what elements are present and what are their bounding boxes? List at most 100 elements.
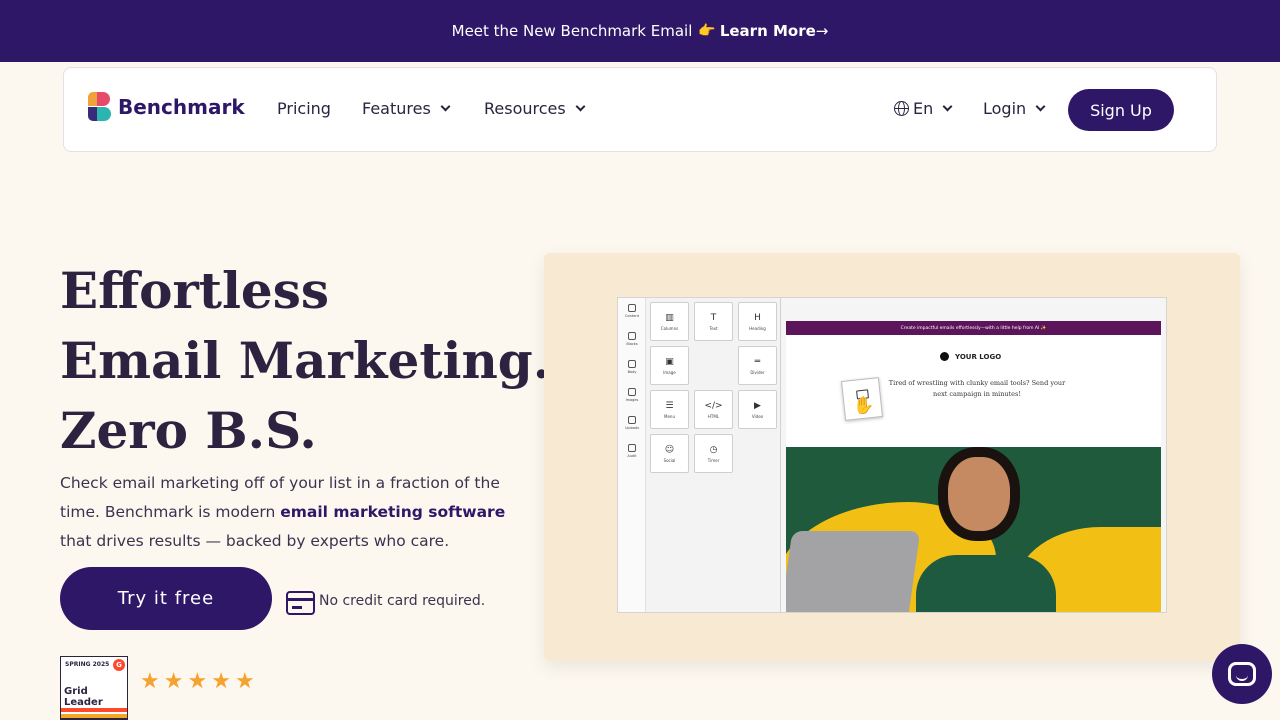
star-icon: ★	[211, 669, 231, 694]
sign-up-button[interactable]: Sign Up	[1068, 89, 1174, 131]
content-block-label: HTML	[707, 413, 720, 419]
grab-cursor-icon: ✋	[853, 396, 875, 416]
email-editor-preview: Content Blocks Body Images Uploads Audit ▥ Col…	[617, 297, 1167, 613]
star-icon: ★	[140, 669, 160, 694]
announcement-bar: Meet the New Benchmark Email 👉 Learn Mor…	[0, 0, 1280, 62]
email-canvas: Create impactful emails effortlessly—wit…	[781, 298, 1166, 612]
try-it-free-button[interactable]: Try it free	[60, 567, 272, 630]
g2-grid-leader-badge: SPRING 2025 G Grid Leader	[60, 656, 128, 720]
content-block-timer[interactable]: ◷ Timer	[694, 434, 733, 473]
rail-item-label: Content	[625, 314, 639, 318]
columns-icon: ▥	[665, 312, 674, 323]
logo-dot-icon	[940, 352, 949, 361]
announcement-text: Meet the New Benchmark Email	[451, 22, 693, 40]
hero-description: Check email marketing off of your list i…	[60, 469, 530, 556]
rail-item[interactable]: Uploads	[618, 416, 646, 430]
learn-more-link[interactable]: Learn More	[720, 22, 816, 40]
content-block-html[interactable]: </> HTML	[694, 390, 733, 429]
login-menu[interactable]: Login	[983, 99, 1046, 118]
rail-item-icon	[628, 332, 636, 340]
rail-item[interactable]: Images	[618, 388, 646, 402]
no-credit-card-note: No credit card required.	[319, 593, 486, 609]
star-icon: ★	[163, 669, 184, 694]
hero-title-line: Effortless	[60, 261, 330, 320]
hero-title: Effortless Email Marketing. Zero B.S.	[60, 256, 550, 466]
content-block-label: Text	[709, 325, 718, 331]
nav-item-label: Features	[362, 99, 431, 118]
email-logo-text: YOUR LOGO	[955, 352, 1002, 361]
html-icon: </>	[704, 400, 723, 411]
email-logo-placeholder: YOUR LOGO	[940, 352, 1001, 361]
content-block-divider[interactable]: ═ Divider	[738, 346, 777, 385]
brand-logo[interactable]: Benchmark	[88, 92, 245, 121]
image-icon: ▣	[665, 356, 674, 367]
content-block-heading[interactable]: H Heading	[738, 302, 777, 341]
content-block-label: Columns	[660, 325, 679, 331]
email-marketing-software-link[interactable]: email marketing software	[280, 503, 505, 521]
content-block-video[interactable]: ▶ Video	[738, 390, 777, 429]
credit-card-icon	[286, 591, 315, 615]
video-icon: ▶	[754, 400, 761, 411]
email-body-copy: Tired of wrestling with clunky email too…	[888, 379, 1066, 398]
rail-item-label: Audit	[627, 454, 637, 458]
nav-item-pricing[interactable]: Pricing	[277, 99, 331, 118]
content-block-text[interactable]: T Text	[694, 302, 733, 341]
rating-stars: ★ ★ ★ ★ ★	[140, 671, 255, 693]
badge-season: SPRING 2025	[65, 661, 110, 668]
nav-item-label: Pricing	[277, 99, 331, 118]
rail-item[interactable]: Body	[618, 360, 646, 374]
pointing-hand-icon: 👉	[698, 23, 716, 39]
chat-bubble-icon	[1228, 662, 1256, 686]
content-block-label: Video	[751, 413, 764, 419]
globe-icon	[894, 101, 909, 116]
login-label: Login	[983, 99, 1027, 118]
rail-item-icon	[628, 444, 636, 452]
nav-item-resources[interactable]: Resources	[484, 99, 586, 118]
rail-item-label: Body	[627, 370, 637, 374]
language-selector[interactable]: En	[894, 99, 953, 118]
text-icon: T	[710, 312, 717, 323]
chevron-down-icon	[575, 101, 586, 112]
divider-icon: ═	[754, 356, 761, 367]
content-block-label: Social	[663, 457, 676, 463]
rail-item-label: Uploads	[624, 426, 640, 430]
heading-icon: H	[754, 312, 761, 323]
chevron-down-icon	[1035, 101, 1046, 112]
main-navigation: Benchmark Pricing Features Resources En …	[63, 67, 1217, 152]
editor-side-rail: Content Blocks Body Images Uploads Audit	[618, 298, 646, 612]
hero-title-line: Zero B.S.	[60, 401, 317, 460]
g2-logo-icon: G	[113, 659, 125, 671]
content-block-image[interactable]: ▣ Image	[650, 346, 689, 385]
rail-item-label: Blocks	[626, 342, 638, 346]
star-icon: ★	[187, 669, 208, 694]
email-header-section: YOUR LOGO ✋ Tired of wrestling with clun…	[786, 335, 1161, 447]
language-label: En	[913, 99, 934, 118]
content-block-social[interactable]: ☺ Social	[650, 434, 689, 473]
content-block-label: Image	[663, 369, 676, 375]
hero-title-line: Email Marketing.	[60, 331, 551, 390]
rail-item-icon	[628, 360, 636, 368]
rail-item[interactable]: Content	[618, 304, 646, 318]
content-block-label: Heading	[749, 325, 766, 331]
chevron-down-icon	[440, 101, 451, 112]
hero-description-text: that drives results — backed by experts …	[60, 532, 450, 550]
chevron-down-icon	[942, 101, 953, 112]
chat-widget-button[interactable]	[1212, 644, 1272, 704]
nav-item-features[interactable]: Features	[362, 99, 451, 118]
badge-title: Grid Leader	[64, 686, 103, 708]
content-block-columns[interactable]: ▥ Columns	[650, 302, 689, 341]
brand-name: Benchmark	[118, 94, 245, 119]
content-blocks-panel: ▥ Columns T Text H Heading ▣ Image ═ Divider ☰ Menu…	[646, 298, 781, 612]
arrow-right-icon: →	[815, 22, 829, 40]
content-block-menu[interactable]: ☰ Menu	[650, 390, 689, 429]
menu-icon: ☰	[665, 400, 674, 411]
content-block-label: Timer	[707, 457, 720, 463]
rail-item[interactable]: Audit	[618, 444, 646, 458]
email-hero-photo	[786, 447, 1161, 612]
content-block-label: Menu	[664, 413, 675, 419]
rail-item[interactable]: Blocks	[618, 332, 646, 346]
star-icon: ★	[234, 669, 255, 694]
social-icon: ☺	[664, 444, 675, 455]
benchmark-logo-icon	[88, 92, 111, 121]
badge-stripe	[61, 708, 127, 719]
